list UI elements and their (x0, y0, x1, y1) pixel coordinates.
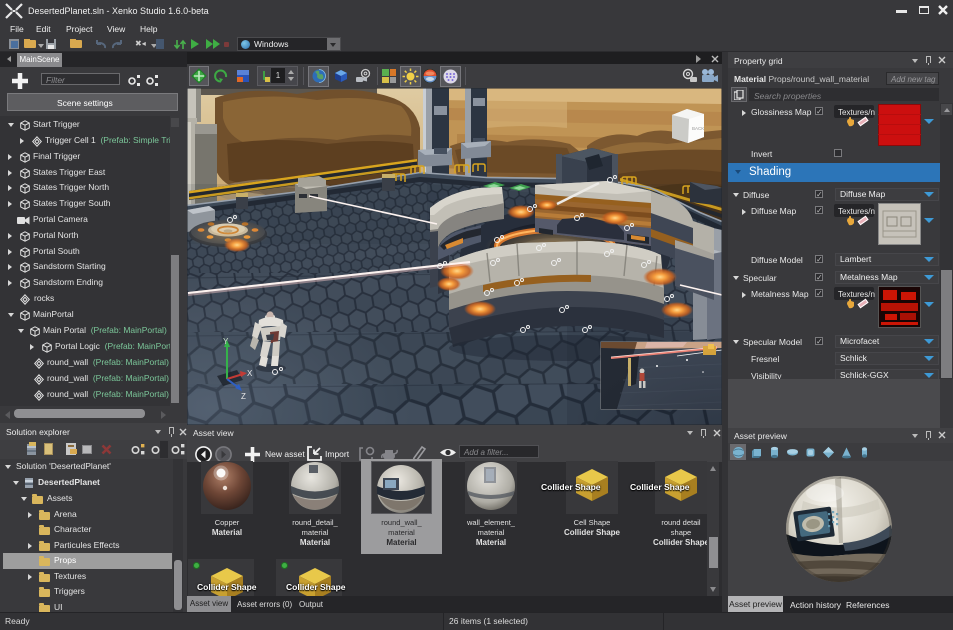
svg-text:Z: Z (241, 392, 246, 401)
svg-text:BACK: BACK (692, 126, 704, 131)
svg-text:X: X (247, 369, 253, 378)
svg-text:Y: Y (223, 337, 229, 346)
